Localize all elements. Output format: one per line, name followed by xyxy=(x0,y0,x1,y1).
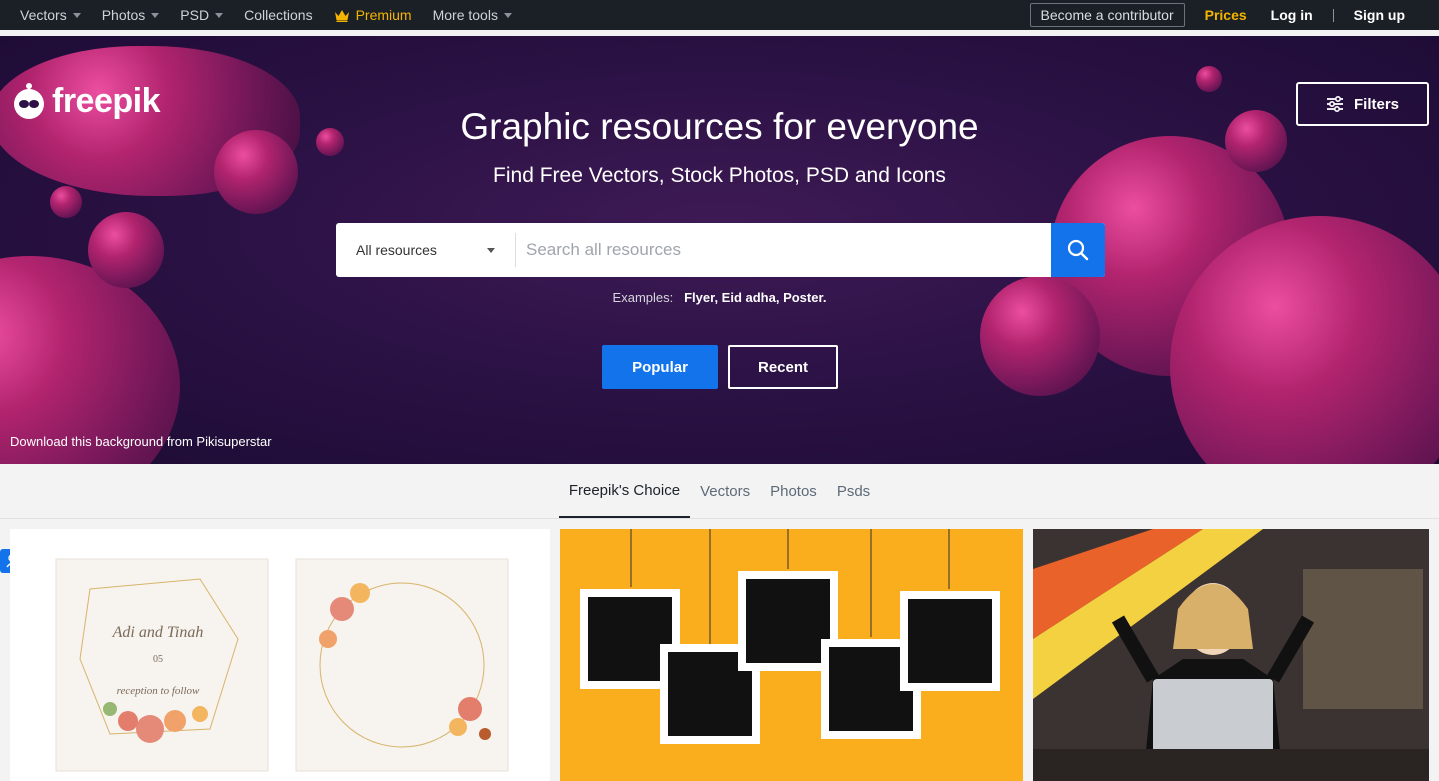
content-tabs: Freepik's Choice Vectors Photos Psds xyxy=(0,464,1439,519)
background-bubble xyxy=(1196,66,1222,92)
crown-icon xyxy=(334,9,349,22)
gallery-item-wedding-invitation[interactable]: Adi and Tinah 05 reception to follow xyxy=(10,529,550,781)
examples-label: Examples: xyxy=(612,290,674,305)
nav-more-tools[interactable]: More tools xyxy=(433,7,512,23)
tab-psds[interactable]: Psds xyxy=(827,464,880,518)
top-navigation: Vectors Photos PSD Collections Premium M… xyxy=(0,0,1439,30)
chevron-down-icon xyxy=(503,12,512,18)
search-button[interactable] xyxy=(1051,223,1105,277)
popular-button[interactable]: Popular xyxy=(602,345,718,389)
recent-button[interactable]: Recent xyxy=(728,345,838,389)
resource-gallery: Adi and Tinah 05 reception to follow xyxy=(10,529,1429,781)
event-date: 05 xyxy=(153,654,163,665)
chevron-down-icon xyxy=(215,12,224,18)
resource-type-select[interactable]: All resources xyxy=(336,223,515,277)
signup-link[interactable]: Sign up xyxy=(1354,7,1405,23)
nav-premium[interactable]: Premium xyxy=(334,7,412,23)
nav-account: Become a contributor Prices Log in Sign … xyxy=(1029,0,1405,30)
happy-woman-laptop-photo xyxy=(1033,529,1429,781)
nav-photos[interactable]: Photos xyxy=(102,7,160,23)
background-bubble xyxy=(88,212,164,288)
background-bubble xyxy=(0,256,180,464)
background-bubble xyxy=(50,186,82,218)
search-bar: All resources xyxy=(336,223,1105,277)
couple-names: Adi and Tinah xyxy=(112,624,204,641)
nav-more-tools-label: More tools xyxy=(432,7,498,23)
tab-freepiks-choice[interactable]: Freepik's Choice xyxy=(558,464,691,518)
hero-title: Graphic resources for everyone xyxy=(460,106,979,147)
gallery-item-hanging-frames[interactable] xyxy=(560,529,1023,781)
nav-separator xyxy=(1332,8,1334,22)
chevron-down-icon xyxy=(487,247,495,253)
tab-photos[interactable]: Photos xyxy=(760,464,827,518)
nav-vectors-label: Vectors xyxy=(20,7,67,23)
tab-vectors[interactable]: Vectors xyxy=(690,464,760,518)
gallery-item-happy-woman-laptop[interactable] xyxy=(1033,529,1429,781)
resource-type-value: All resources xyxy=(356,242,437,258)
chevron-down-icon xyxy=(72,12,81,18)
hero-banner: freepik Filters Graphic resources for ev… xyxy=(0,36,1439,464)
background-credit[interactable]: Download this background from Pikisupers… xyxy=(10,434,272,449)
chevron-down-icon xyxy=(151,12,160,18)
nav-menu: Vectors Photos PSD Collections Premium M… xyxy=(0,0,533,30)
hero-subtitle: Find Free Vectors, Stock Photos, PSD and… xyxy=(493,164,946,187)
become-contributor-button[interactable]: Become a contributor xyxy=(1029,3,1185,27)
nav-collections-label: Collections xyxy=(244,7,313,23)
nav-psd[interactable]: PSD xyxy=(180,7,224,23)
nav-collections[interactable]: Collections xyxy=(244,7,312,23)
search-examples: Examples: Flyer, Eid adha, Poster. xyxy=(0,290,1439,305)
nav-photos-label: Photos xyxy=(101,7,146,23)
wedding-invitation-image: Adi and Tinah 05 reception to follow xyxy=(55,558,509,772)
login-link[interactable]: Log in xyxy=(1271,7,1313,23)
search-icon xyxy=(1067,239,1089,261)
nav-premium-label: Premium xyxy=(355,7,412,23)
prices-link[interactable]: Prices xyxy=(1205,7,1247,23)
nav-psd-label: PSD xyxy=(180,7,210,23)
search-input[interactable] xyxy=(516,223,1051,277)
examples-links[interactable]: Flyer, Eid adha, Poster. xyxy=(684,290,826,305)
reception-note: reception to follow xyxy=(117,685,200,697)
nav-vectors[interactable]: Vectors xyxy=(20,7,81,23)
hanging-photo-frames-image xyxy=(560,529,1023,781)
